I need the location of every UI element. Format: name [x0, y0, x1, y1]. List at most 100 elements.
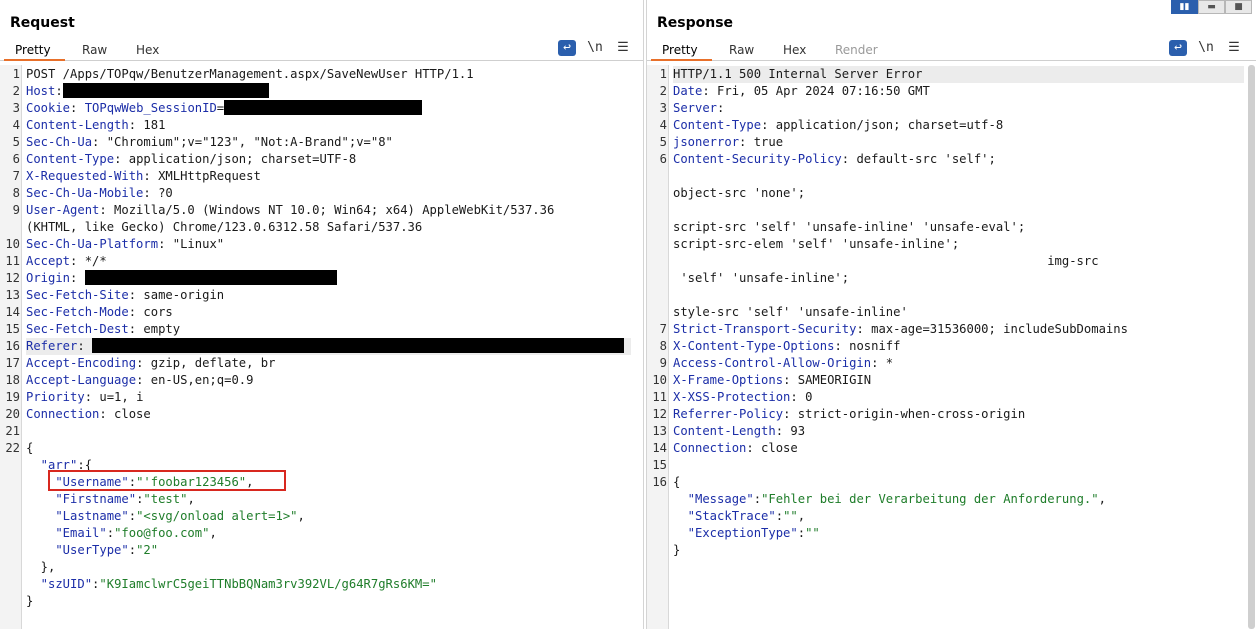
- redaction-block: [62, 83, 269, 98]
- code-text: :: [128, 543, 137, 557]
- request-title: Request: [10, 15, 75, 31]
- code-text: : 181: [128, 118, 166, 132]
- code-line: Sec-Fetch-Site: same-origin: [26, 287, 224, 304]
- line-number: 16: [5, 339, 20, 353]
- single-pane-layout-icon[interactable]: ■: [1225, 0, 1252, 14]
- code-text: =: [216, 101, 225, 115]
- line-number: 1: [659, 67, 667, 81]
- wrap-lines-icon[interactable]: ↩: [1169, 40, 1187, 56]
- code-line: POST /Apps/TOPqw/BenutzerManagement.aspx…: [26, 66, 474, 83]
- request-editor[interactable]: 1 POST /Apps/TOPqw/BenutzerManagement.asp…: [0, 65, 631, 629]
- code-line: Strict-Transport-Security: max-age=31536…: [673, 321, 1128, 338]
- code-key: Accept: [26, 254, 71, 268]
- request-tabbar: Pretty Raw Hex: [0, 39, 643, 61]
- response-scrollbar[interactable]: [1246, 65, 1256, 629]
- code-key: Content-Length: [26, 118, 129, 132]
- code-key: TOPqwWeb_SessionID: [84, 101, 217, 115]
- code-text: }: [673, 543, 681, 557]
- redaction-block: [92, 338, 625, 353]
- response-tab-raw[interactable]: Raw: [729, 43, 754, 57]
- hamburger-menu-icon[interactable]: ☰: [614, 40, 632, 56]
- hamburger-menu-icon[interactable]: ☰: [1225, 40, 1243, 56]
- side-by-side-layout-icon[interactable]: ▮▮: [1171, 0, 1198, 14]
- code-line: "StackTrace":"",: [673, 508, 805, 525]
- code-line: Date: Fri, 05 Apr 2024 07:16:50 GMT: [673, 83, 930, 100]
- code-string: "2": [136, 543, 159, 557]
- code-text: : nosniff: [834, 339, 901, 353]
- request-tab-hex[interactable]: Hex: [136, 43, 159, 57]
- username-highlight-box: [48, 470, 286, 491]
- code-line: }: [26, 593, 33, 610]
- code-line: User-Agent: Mozilla/5.0 (Windows NT 10.0…: [26, 202, 554, 219]
- newline-toggle-button[interactable]: \n: [1197, 40, 1215, 56]
- response-tab-pretty[interactable]: Pretty: [662, 43, 698, 57]
- code-line: X-Requested-With: XMLHttpRequest: [26, 168, 261, 185]
- line-number: 11: [652, 390, 667, 404]
- request-pane: Request Pretty Raw Hex ↩ \n ☰ 1 POST /App…: [0, 0, 643, 629]
- code-text: : empty: [128, 322, 181, 336]
- code-line: img-src: [673, 253, 1099, 270]
- line-number: 1: [12, 67, 20, 81]
- code-line: Host:: [26, 83, 269, 100]
- code-key: Origin: [26, 271, 71, 285]
- code-text: {: [673, 475, 681, 489]
- code-key: Priority: [26, 390, 85, 404]
- code-line: "UserType":"2": [26, 542, 158, 559]
- redaction-block: [224, 100, 423, 115]
- code-key: X-Requested-With: [26, 169, 144, 183]
- code-text: :: [753, 492, 762, 506]
- code-key: "ExceptionType": [673, 526, 798, 540]
- code-line: (KHTML, like Gecko) Chrome/123.0.6312.58…: [26, 219, 422, 236]
- code-line: Connection: close: [26, 406, 151, 423]
- code-key: Sec-Fetch-Site: [26, 288, 129, 302]
- code-text: ,: [297, 509, 305, 523]
- code-text: : en-US,en;q=0.9: [136, 373, 254, 387]
- code-key: "Email": [26, 526, 107, 540]
- code-line: 'self' 'unsafe-inline';: [673, 270, 849, 287]
- code-key: Content-Security-Policy: [673, 152, 842, 166]
- request-tab-pretty[interactable]: Pretty: [15, 43, 51, 57]
- code-line: script-src 'self' 'unsafe-inline' 'unsaf…: [673, 219, 1025, 236]
- code-line: "szUID":"K9IamclwrC5geiTTNbBQNam3rv392VL…: [26, 576, 437, 593]
- request-tab-raw[interactable]: Raw: [82, 43, 107, 57]
- code-text: img-src: [673, 254, 1099, 268]
- scrollbar-thumb[interactable]: [1248, 65, 1255, 629]
- code-text: style-src 'self' 'unsafe-inline': [673, 305, 908, 319]
- code-line: Content-Type: application/json; charset=…: [673, 117, 1003, 134]
- code-key: Content-Length: [673, 424, 776, 438]
- line-number: 15: [652, 458, 667, 472]
- line-number: 4: [12, 118, 20, 132]
- code-line: "Email":"foo@foo.com",: [26, 525, 217, 542]
- code-text: : max-age=31536000; includeSubDomains: [856, 322, 1128, 336]
- code-key: X-Frame-Options: [673, 373, 784, 387]
- code-text: : "Chromium";v="123", "Not:A-Brand";v="8…: [92, 135, 393, 149]
- code-text: }: [26, 594, 34, 608]
- code-text: 'self' 'unsafe-inline';: [673, 271, 850, 285]
- code-text: : default-src 'self';: [841, 152, 996, 166]
- code-text: script-src 'self' 'unsafe-inline' 'unsaf…: [673, 220, 1026, 234]
- response-editor[interactable]: 1 HTTP/1.1 500 Internal Server Error 2 Date…: [647, 65, 1244, 629]
- code-string: "": [805, 526, 820, 540]
- code-text: HTTP/1.1 500 Internal Server Error: [673, 67, 923, 81]
- newline-toggle-button[interactable]: \n: [586, 40, 604, 56]
- code-line: {: [673, 474, 680, 491]
- line-number: 10: [5, 237, 20, 251]
- wrap-lines-icon[interactable]: ↩: [558, 40, 576, 56]
- code-key: Accept-Encoding: [26, 356, 137, 370]
- code-text: : same-origin: [128, 288, 225, 302]
- code-key: Connection: [673, 441, 747, 455]
- code-text: :: [106, 526, 115, 540]
- code-line: Connection: close: [673, 440, 798, 457]
- code-line: script-src-elem 'self' 'unsafe-inline';: [673, 236, 959, 253]
- response-tab-render[interactable]: Render: [835, 43, 878, 57]
- code-line: X-Content-Type-Options: nosniff: [673, 338, 900, 355]
- response-tab-hex[interactable]: Hex: [783, 43, 806, 57]
- code-text: ,: [209, 526, 217, 540]
- line-number: 15: [5, 322, 20, 336]
- code-string: "foo@foo.com": [114, 526, 210, 540]
- code-line: Referrer-Policy: strict-origin-when-cros…: [673, 406, 1025, 423]
- code-text: POST /Apps/TOPqw/BenutzerManagement.aspx…: [26, 67, 474, 81]
- code-text: (KHTML, like Gecko) Chrome/123.0.6312.58…: [26, 220, 423, 234]
- code-key: User-Agent: [26, 203, 100, 217]
- top-bottom-layout-icon[interactable]: ▬: [1198, 0, 1225, 14]
